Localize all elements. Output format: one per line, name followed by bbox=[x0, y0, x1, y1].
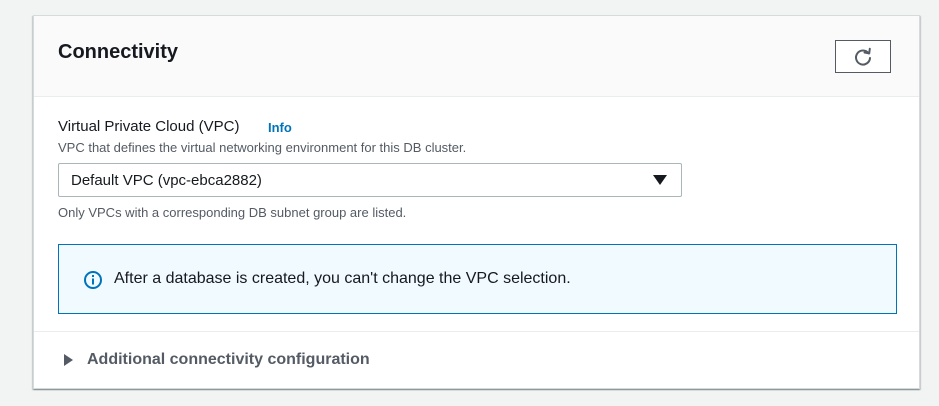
vpc-select[interactable]: Default VPC (vpc-ebca2882) bbox=[58, 163, 682, 197]
vpc-field-description: VPC that defines the virtual networking … bbox=[58, 140, 467, 155]
vpc-select-value: Default VPC (vpc-ebca2882) bbox=[71, 172, 262, 189]
vpc-constraint-text: Only VPCs with a corresponding DB subnet… bbox=[58, 205, 407, 220]
section-divider bbox=[34, 331, 919, 332]
alert-text: After a database is created, you can't c… bbox=[114, 270, 571, 287]
vpc-info-alert: After a database is created, you can't c… bbox=[58, 244, 897, 314]
expander-label: Additional connectivity configuration bbox=[87, 351, 370, 368]
caret-down-icon bbox=[653, 175, 667, 185]
vpc-field-label: Virtual Private Cloud (VPC) bbox=[58, 118, 240, 135]
refresh-icon bbox=[855, 47, 871, 66]
additional-connectivity-expander[interactable]: Additional connectivity configuration bbox=[64, 350, 370, 370]
vpc-info-link[interactable]: Info bbox=[268, 119, 292, 137]
connectivity-panel: Connectivity Virtual Private Cloud (VPC)… bbox=[33, 15, 920, 389]
panel-title: Connectivity bbox=[58, 41, 179, 63]
caret-right-icon bbox=[64, 354, 73, 366]
info-circle-icon bbox=[84, 271, 102, 289]
panel-header: Connectivity bbox=[34, 16, 919, 97]
refresh-button[interactable] bbox=[835, 40, 891, 73]
